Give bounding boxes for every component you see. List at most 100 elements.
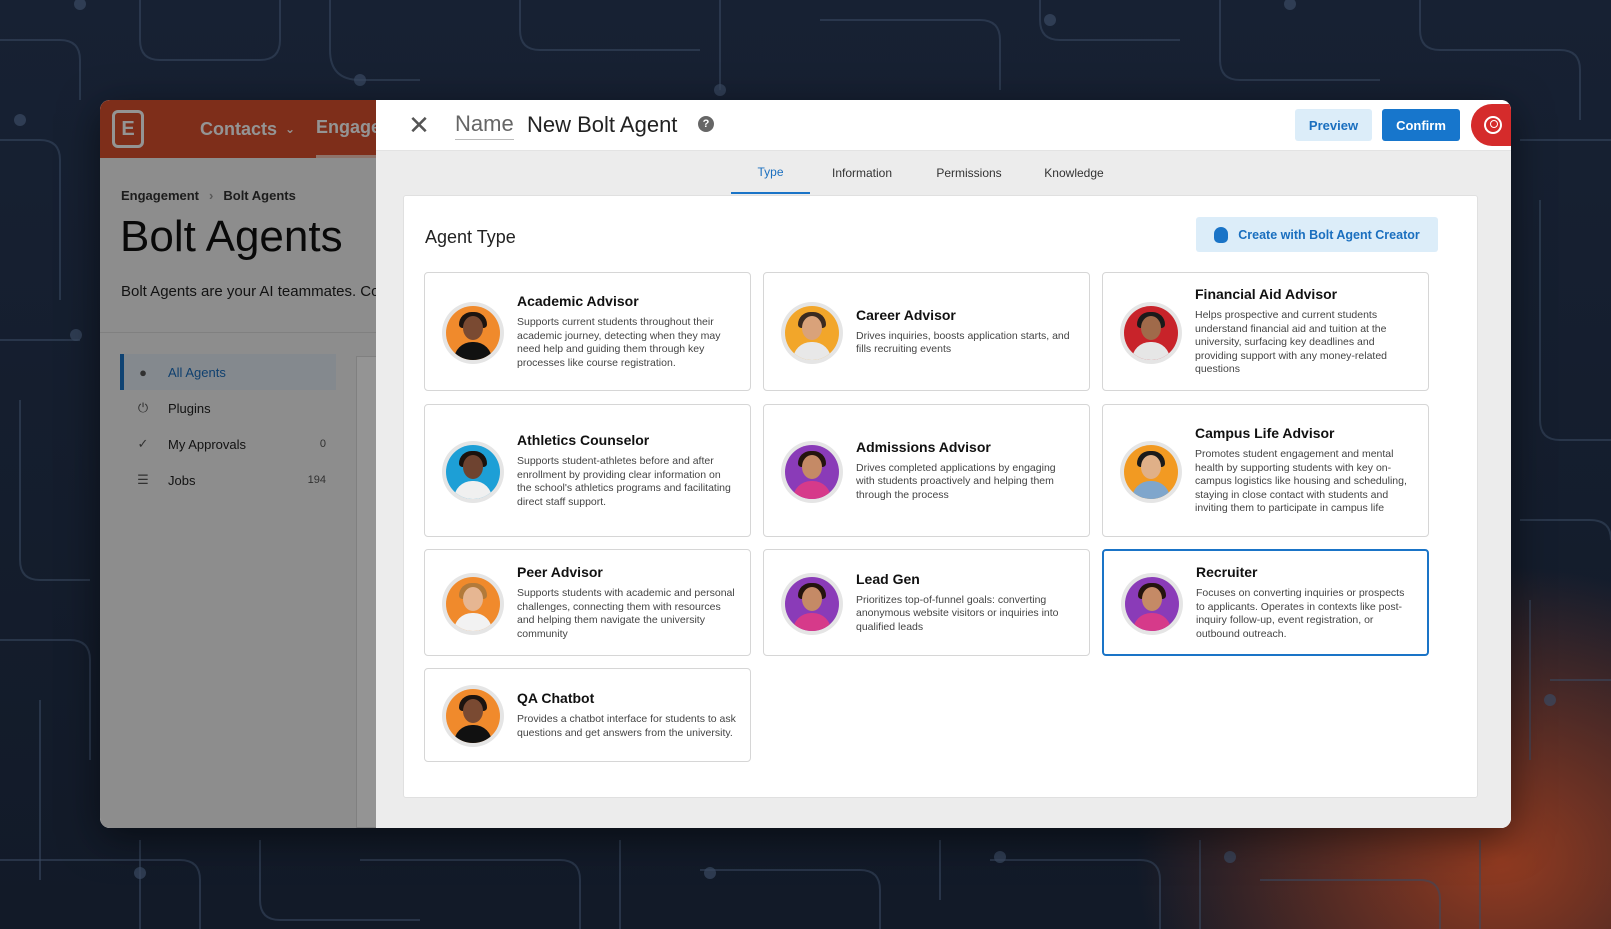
agent-description: Focuses on converting inquiries or prosp… bbox=[1196, 587, 1405, 640]
agent-card-admissions-advisor[interactable]: Admissions Advisor Drives completed appli… bbox=[763, 404, 1090, 537]
agent-avatar bbox=[442, 685, 504, 747]
agent-portrait bbox=[446, 689, 500, 743]
agent-description: Supports student-athletes before and aft… bbox=[517, 455, 731, 508]
agent-description: Provides a chatbot interface for student… bbox=[517, 713, 736, 739]
portrait-body bbox=[793, 612, 831, 631]
help-icon[interactable]: ? bbox=[698, 116, 714, 132]
close-icon[interactable]: ✕ bbox=[406, 112, 432, 138]
agent-name: Lead Gen bbox=[856, 570, 920, 587]
agent-card-financial-aid-advisor[interactable]: Financial Aid Advisor Helps prospective a… bbox=[1102, 272, 1429, 391]
agent-name: Campus Life Advisor bbox=[1195, 425, 1335, 441]
agent-name: Athletics Counselor bbox=[517, 432, 650, 448]
agent-card-lead-gen[interactable]: Lead Gen Prioritizes top-of-funnel goals:… bbox=[763, 549, 1090, 656]
portrait-body bbox=[454, 612, 492, 631]
agent-avatar bbox=[781, 572, 843, 635]
tab-information[interactable]: Information bbox=[820, 152, 904, 194]
name-field-label: Name bbox=[455, 111, 514, 140]
agent-name: Admissions Advisor bbox=[856, 438, 991, 455]
portrait-head bbox=[1141, 454, 1161, 479]
portrait-body bbox=[1132, 341, 1170, 360]
agent-portrait bbox=[785, 305, 839, 360]
agent-avatar bbox=[781, 301, 843, 364]
agent-description: Drives inquiries, boosts application sta… bbox=[856, 329, 1070, 356]
modal-scrim[interactable] bbox=[100, 100, 376, 828]
section-title: Agent Type bbox=[425, 227, 516, 247]
agent-avatar bbox=[442, 440, 504, 503]
agent-portrait bbox=[446, 444, 500, 499]
agent-description: Helps prospective and current students u… bbox=[1195, 309, 1388, 375]
agent-card-academic-advisor[interactable]: Academic Advisor Supports current student… bbox=[424, 272, 751, 391]
agent-avatar bbox=[442, 301, 504, 364]
agent-text: Peer Advisor Supports students with acade… bbox=[517, 564, 736, 641]
agent-text: Lead Gen Prioritizes top-of-funnel goals:… bbox=[856, 571, 1075, 635]
agent-avatar bbox=[1120, 440, 1182, 503]
agent-portrait bbox=[1124, 305, 1178, 360]
agent-text: Admissions Advisor Drives completed appli… bbox=[856, 439, 1075, 503]
agent-name: Financial Aid Advisor bbox=[1195, 286, 1338, 302]
create-with-creator-button[interactable]: Create with Bolt Agent Creator bbox=[1196, 217, 1438, 252]
agent-card-peer-advisor[interactable]: Peer Advisor Supports students with acade… bbox=[424, 549, 751, 656]
confirm-button[interactable]: Confirm bbox=[1382, 109, 1460, 141]
agent-portrait bbox=[1124, 444, 1178, 499]
agent-avatar bbox=[442, 572, 504, 635]
agent-name: Academic Advisor bbox=[517, 293, 639, 309]
agent-name: Career Advisor bbox=[856, 306, 956, 323]
tab-type[interactable]: Type bbox=[731, 152, 810, 194]
agent-portrait bbox=[785, 576, 839, 631]
agent-text: Athletics Counselor Supports student-athl… bbox=[517, 432, 736, 509]
agent-portrait bbox=[785, 444, 839, 499]
portrait-head bbox=[802, 586, 822, 611]
agent-text: Campus Life Advisor Promotes student enga… bbox=[1195, 425, 1414, 516]
preview-button[interactable]: Preview bbox=[1295, 109, 1372, 141]
portrait-head bbox=[802, 454, 822, 479]
agent-name: Peer Advisor bbox=[517, 564, 603, 580]
agent-portrait bbox=[446, 305, 500, 360]
portrait-head bbox=[463, 586, 483, 611]
agent-name: QA Chatbot bbox=[517, 690, 595, 706]
agent-description: Prioritizes top-of-funnel goals: convert… bbox=[856, 593, 1059, 633]
portrait-head bbox=[463, 315, 483, 340]
app-window: E Contacts ⌄ Engage Engagement › Bolt Ag… bbox=[100, 100, 1511, 828]
agent-text: QA Chatbot Provides a chatbot interface f… bbox=[517, 690, 736, 740]
agent-card-qa-chatbot[interactable]: QA Chatbot Provides a chatbot interface f… bbox=[424, 668, 751, 762]
agent-name: Recruiter bbox=[1196, 564, 1258, 580]
agent-portrait bbox=[446, 576, 500, 631]
agent-card-athletics-counselor[interactable]: Athletics Counselor Supports student-athl… bbox=[424, 404, 751, 537]
agent-text: Recruiter Focuses on converting inquiries… bbox=[1196, 564, 1413, 641]
agent-card-campus-life-advisor[interactable]: Campus Life Advisor Promotes student enga… bbox=[1102, 404, 1429, 537]
agent-avatar bbox=[1121, 572, 1183, 635]
portrait-head bbox=[463, 454, 483, 479]
hand-icon bbox=[1214, 226, 1229, 243]
user-icon bbox=[1484, 116, 1502, 134]
agent-text: Career Advisor Drives inquiries, boosts a… bbox=[856, 307, 1075, 357]
portrait-body bbox=[454, 341, 492, 360]
agent-text: Academic Advisor Supports current student… bbox=[517, 293, 736, 370]
agent-portrait bbox=[1125, 576, 1179, 631]
modal-header: ✕ Name New Bolt Agent ? Preview Confirm bbox=[376, 100, 1511, 151]
agent-card-recruiter[interactable]: Recruiter Focuses on converting inquiries… bbox=[1102, 549, 1429, 656]
agent-type-panel: Agent Type Create with Bolt Agent Creato… bbox=[403, 195, 1478, 798]
portrait-body bbox=[454, 480, 492, 499]
agent-avatar bbox=[781, 440, 843, 503]
portrait-body bbox=[1133, 612, 1171, 631]
new-agent-modal: ✕ Name New Bolt Agent ? Preview Confirm … bbox=[376, 100, 1511, 828]
portrait-body bbox=[793, 341, 831, 360]
agent-avatar-button[interactable] bbox=[1471, 104, 1511, 146]
agent-description: Promotes student engagement and mental h… bbox=[1195, 448, 1407, 514]
portrait-body bbox=[793, 480, 831, 499]
agent-text: Financial Aid Advisor Helps prospective a… bbox=[1195, 286, 1414, 377]
agent-description: Drives completed applications by engagin… bbox=[856, 461, 1056, 501]
agent-description: Supports students with academic and pers… bbox=[517, 587, 735, 640]
modal-tabs: Type Information Permissions Knowledge bbox=[376, 152, 1511, 194]
create-with-creator-label: Create with Bolt Agent Creator bbox=[1238, 227, 1420, 242]
portrait-head bbox=[1142, 586, 1162, 611]
portrait-head bbox=[802, 315, 822, 340]
agent-avatar bbox=[1120, 301, 1182, 364]
portrait-head bbox=[463, 699, 483, 723]
agent-name-input[interactable]: New Bolt Agent bbox=[527, 112, 677, 138]
tab-knowledge[interactable]: Knowledge bbox=[1034, 152, 1114, 194]
tab-permissions[interactable]: Permissions bbox=[928, 152, 1010, 194]
portrait-head bbox=[1141, 315, 1161, 340]
agent-card-career-advisor[interactable]: Career Advisor Drives inquiries, boosts a… bbox=[763, 272, 1090, 391]
portrait-body bbox=[1132, 480, 1170, 499]
